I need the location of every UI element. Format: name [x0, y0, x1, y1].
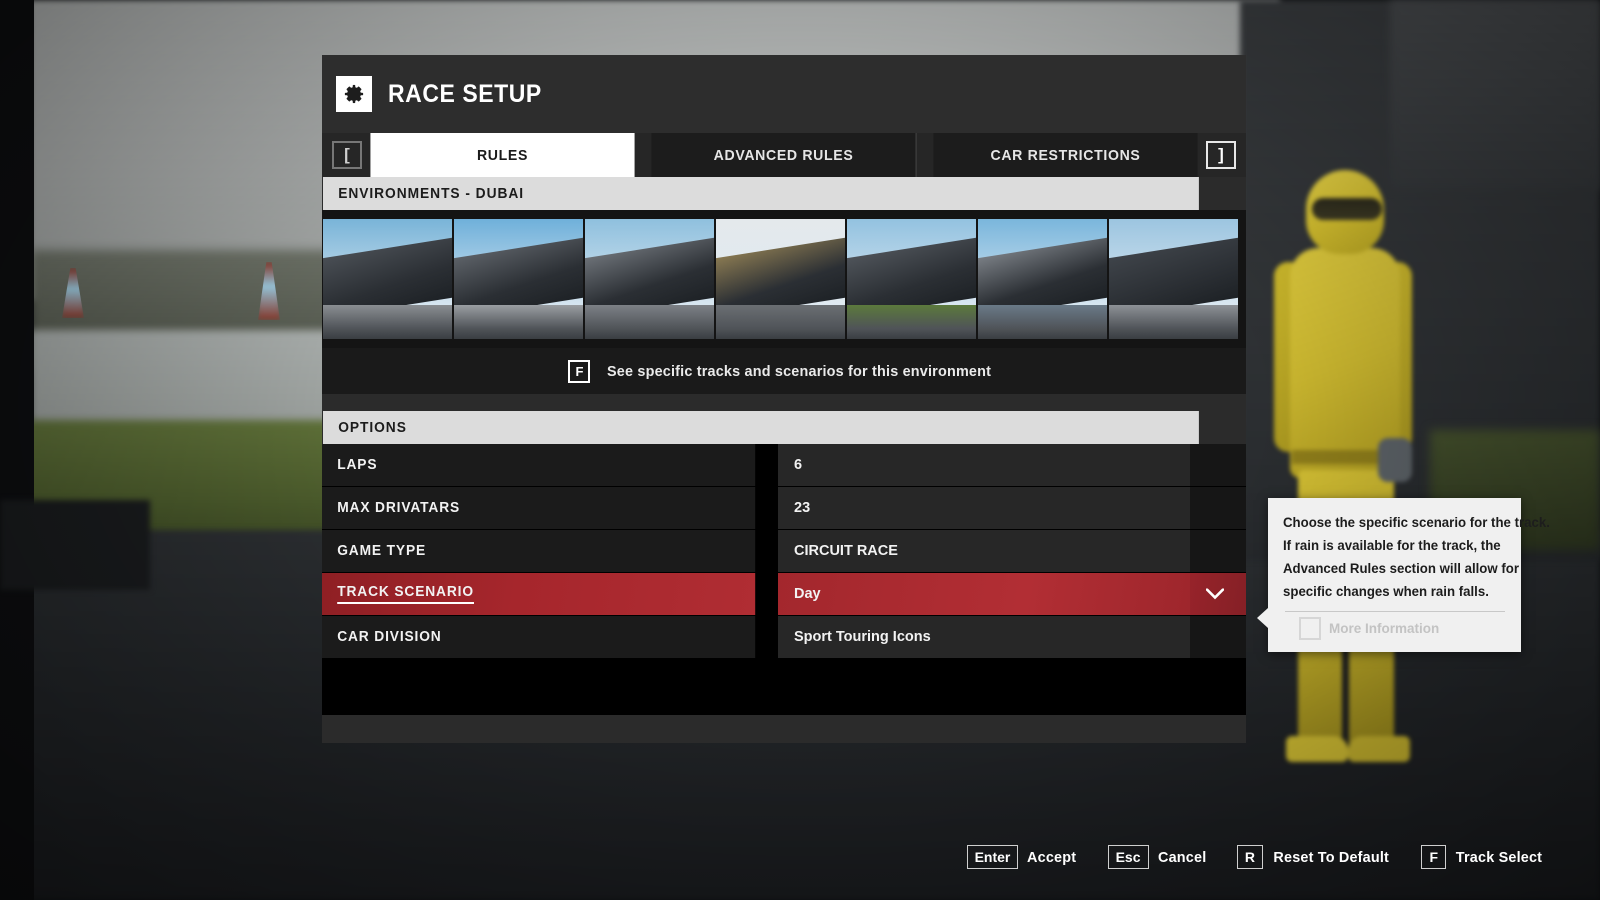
option-row[interactable]: LAPS 6 — [322, 444, 1246, 487]
option-label-text: CAR DIVISION — [337, 629, 442, 645]
environment-thumbnail[interactable] — [585, 219, 714, 339]
options-section-header: OPTIONS — [323, 411, 1199, 444]
option-row[interactable]: GAME TYPE CIRCUIT RACE — [322, 530, 1246, 573]
environment-thumbnail[interactable] — [454, 219, 583, 339]
thumbnail-ground — [454, 305, 583, 339]
chevron-down-icon[interactable] — [1206, 588, 1224, 600]
option-row[interactable]: CAR DIVISION Sport Touring Icons — [322, 616, 1246, 659]
option-value[interactable]: 23 — [778, 487, 1190, 529]
action-label: Accept — [1027, 848, 1077, 866]
tooltip-line: Advanced Rules section will allow for — [1283, 561, 1519, 576]
action-reset-to-default[interactable]: R Reset To Default — [1236, 845, 1392, 869]
tooltip-line: Choose the specific scenario for the tra… — [1283, 515, 1550, 530]
thumbnail-ground — [323, 305, 452, 339]
environment-thumbnail[interactable] — [323, 219, 452, 339]
action-accept[interactable]: Enter Accept — [966, 845, 1078, 869]
tab-label: ADVANCED RULES — [713, 146, 854, 164]
option-label-text: TRACK SCENARIO — [337, 584, 474, 604]
tooltip-line: If rain is available for the track, the — [1283, 538, 1501, 553]
tab-label: CAR RESTRICTIONS — [990, 146, 1141, 164]
next-tab-bracket-button[interactable]: ] — [1206, 141, 1236, 169]
prev-tab-bracket-button[interactable]: [ — [332, 141, 362, 169]
options-spacer — [322, 394, 1246, 411]
option-row-tail — [1190, 573, 1246, 615]
environment-thumbnail[interactable] — [1109, 219, 1238, 339]
option-label: LAPS — [322, 444, 756, 486]
more-information-row[interactable]: More Information — [1283, 612, 1507, 646]
option-row-tail — [1190, 616, 1246, 658]
option-label-text: LAPS — [337, 457, 378, 473]
action-label: Reset To Default — [1273, 848, 1390, 866]
tab-car-restrictions[interactable]: CAR RESTRICTIONS — [933, 133, 1198, 177]
action-label: Cancel — [1157, 848, 1206, 866]
thumbnail-ground — [585, 305, 714, 339]
tab-label: RULES — [476, 146, 529, 164]
key-icon: Enter — [966, 845, 1019, 869]
panel-header: RACE SETUP — [322, 55, 1246, 133]
key-icon: Esc — [1107, 845, 1149, 869]
environment-hint-label: See specific tracks and scenarios for th… — [607, 362, 992, 380]
key-icon: R — [1236, 845, 1264, 869]
more-information-key-icon — [1299, 617, 1321, 640]
tabs-container: RULES ADVANCED RULES CAR RESTRICTIONS — [362, 133, 1206, 177]
environment-thumbnail[interactable] — [978, 219, 1107, 339]
option-value[interactable]: 6 — [778, 444, 1190, 486]
option-label: CAR DIVISION — [322, 616, 756, 658]
gear-icon — [336, 76, 372, 112]
tab-bar: [ RULES ADVANCED RULES CAR RESTRICTIONS ] — [322, 133, 1246, 188]
page-title: RACE SETUP — [388, 79, 542, 108]
option-value[interactable]: Sport Touring Icons — [778, 616, 1190, 658]
option-value[interactable]: CIRCUIT RACE — [778, 530, 1190, 572]
thumbnail-ground — [978, 305, 1107, 339]
option-label: MAX DRIVATARS — [322, 487, 756, 529]
action-track-select[interactable]: F Track Select — [1421, 845, 1544, 869]
action-label: Track Select — [1455, 848, 1543, 866]
thumbnail-ground — [1109, 305, 1238, 339]
options-list: LAPS 6 MAX DRIVATARS 23 GAME TYPE CIRCUIT RAC… — [322, 444, 1246, 659]
action-cancel[interactable]: Esc Cancel — [1107, 845, 1207, 869]
option-value[interactable]: Day — [778, 573, 1190, 615]
option-row-tail — [1190, 487, 1246, 529]
environment-thumbnail[interactable] — [847, 219, 976, 339]
option-row[interactable]: MAX DRIVATARS 23 — [322, 487, 1246, 530]
option-label: GAME TYPE — [322, 530, 756, 572]
tooltip-arrow — [1257, 608, 1268, 628]
tooltip-panel: Choose the specific scenario for the tra… — [1257, 498, 1550, 652]
option-label: TRACK SCENARIO — [322, 573, 756, 615]
environments-section-header: ENVIRONMENTS - DUBAI — [323, 177, 1199, 210]
more-information-label: More Information — [1329, 621, 1440, 636]
f-key-icon: F — [568, 359, 591, 383]
option-row-tail — [1190, 444, 1246, 486]
thumbnail-ground — [716, 305, 845, 339]
key-icon: F — [1421, 845, 1447, 869]
action-bar: Enter Accept Esc Cancel R Reset To Default F Tr… — [0, 842, 1600, 872]
option-label-text: GAME TYPE — [337, 543, 427, 559]
panel-bottom-filler — [322, 659, 1246, 715]
environment-hint: F See specific tracks and scenarios for … — [322, 348, 1246, 394]
tab-advanced-rules[interactable]: ADVANCED RULES — [651, 133, 917, 177]
option-row-tail — [1190, 530, 1246, 572]
option-label-text: MAX DRIVATARS — [337, 500, 461, 516]
thumbnail-ground — [847, 305, 976, 339]
environment-thumbnail-strip[interactable] — [322, 210, 1246, 348]
race-setup-panel: RACE SETUP [ RULES ADVANCED RULES CAR REST… — [322, 55, 1246, 743]
option-row[interactable]: TRACK SCENARIO Day — [322, 573, 1246, 616]
environment-thumbnail[interactable] — [716, 219, 845, 339]
tab-rules[interactable]: RULES — [370, 133, 635, 177]
tooltip-line: specific changes when rain falls. — [1283, 584, 1489, 599]
